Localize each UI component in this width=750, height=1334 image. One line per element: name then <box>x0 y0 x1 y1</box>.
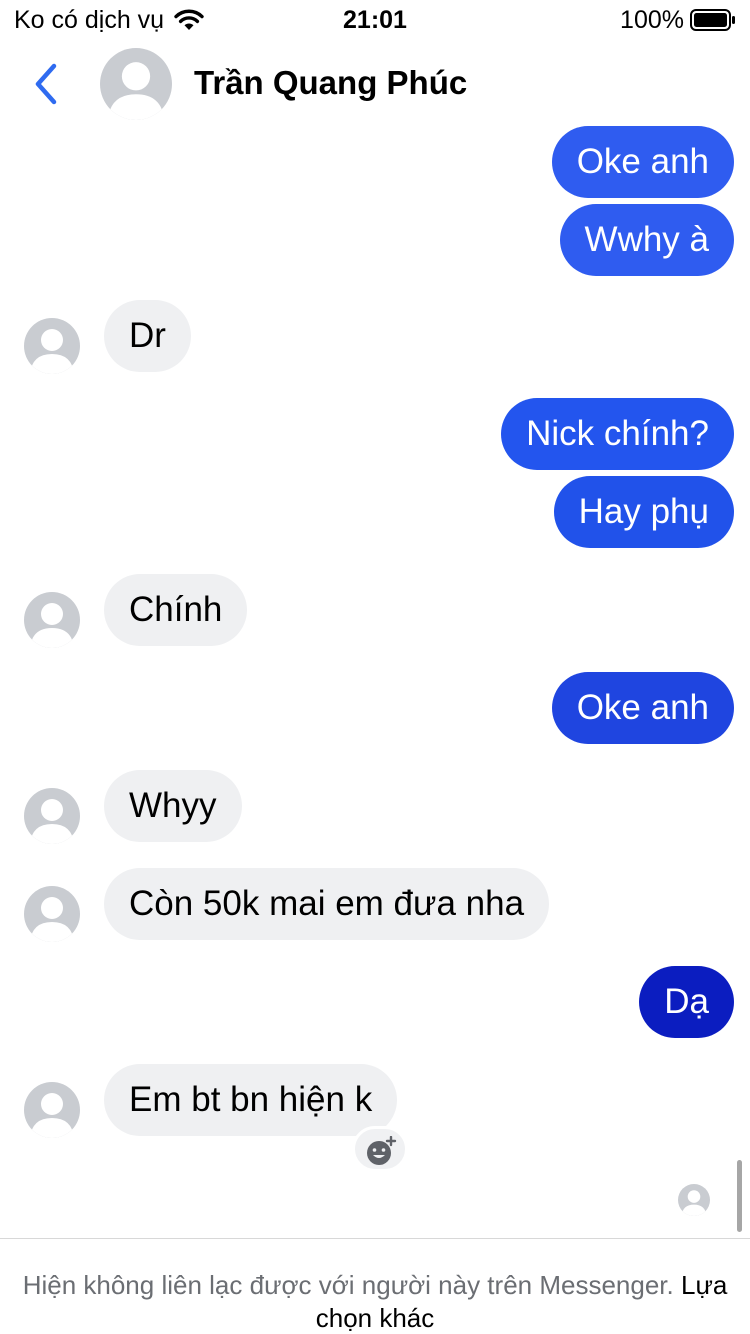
notice-text: Hiện không liên lạc được với người này t… <box>22 1270 674 1300</box>
outgoing-message[interactable]: Wwhy à <box>559 204 734 276</box>
message-text: Wwhy à <box>584 220 709 259</box>
outgoing-message[interactable]: Nick chính? <box>501 398 734 470</box>
add-reaction-button[interactable] <box>352 1126 408 1172</box>
avatar-placeholder-icon <box>30 1093 74 1138</box>
seen-indicator-avatar <box>678 1184 710 1216</box>
battery-percentage: 100% <box>620 6 684 34</box>
message-text: Oke anh <box>576 688 709 727</box>
avatar-placeholder-icon <box>30 897 74 942</box>
incoming-message[interactable]: Chính <box>104 574 248 646</box>
status-bar: Ko có dịch vụ 21:01 100% <box>0 0 750 40</box>
incoming-message[interactable]: Dr <box>104 300 191 372</box>
contact-avatar-small[interactable] <box>24 318 80 374</box>
message-text: Hay phụ <box>578 492 709 531</box>
contact-avatar[interactable] <box>100 48 172 120</box>
contact-avatar-small[interactable] <box>24 1082 80 1138</box>
avatar-placeholder-icon <box>30 603 74 648</box>
message-text: Whyy <box>129 786 217 825</box>
avatar-placeholder-icon <box>107 62 165 120</box>
incoming-message[interactable]: Em bt bn hiện k <box>104 1064 398 1136</box>
battery-icon <box>690 9 735 31</box>
incoming-message[interactable]: Whyy <box>104 770 242 842</box>
back-button[interactable] <box>22 60 66 108</box>
outgoing-message[interactable]: Oke anh <box>551 672 734 744</box>
contact-avatar-small[interactable] <box>24 592 80 648</box>
contact-avatar-small[interactable] <box>24 886 80 942</box>
outgoing-message[interactable]: Dạ <box>639 966 734 1038</box>
contact-name[interactable]: Trần Quang Phúc <box>194 64 467 102</box>
incoming-message[interactable]: Còn 50k mai em đưa nha <box>104 868 550 940</box>
avatar-placeholder-icon <box>681 1190 707 1216</box>
scrollbar[interactable] <box>737 1160 742 1232</box>
outgoing-message[interactable]: Hay phụ <box>553 476 734 548</box>
contact-avatar-small[interactable] <box>24 788 80 844</box>
message-text: Dr <box>129 316 166 355</box>
avatar-placeholder-icon <box>30 329 74 374</box>
conversation-header: Trần Quang Phúc <box>0 40 750 130</box>
outgoing-message[interactable]: Oke anh <box>551 126 734 198</box>
back-chevron-icon <box>35 63 57 105</box>
message-text: Còn 50k mai em đưa nha <box>129 884 525 923</box>
message-text: Chính <box>129 590 223 629</box>
message-text: Dạ <box>664 982 709 1021</box>
unavailable-notice: Hiện không liên lạc được với người này t… <box>0 1238 750 1334</box>
avatar-placeholder-icon <box>30 799 74 844</box>
add-reaction-icon <box>367 1136 397 1165</box>
message-text: Em bt bn hiện k <box>129 1080 373 1119</box>
message-text: Nick chính? <box>526 414 709 453</box>
message-text: Oke anh <box>576 142 709 181</box>
